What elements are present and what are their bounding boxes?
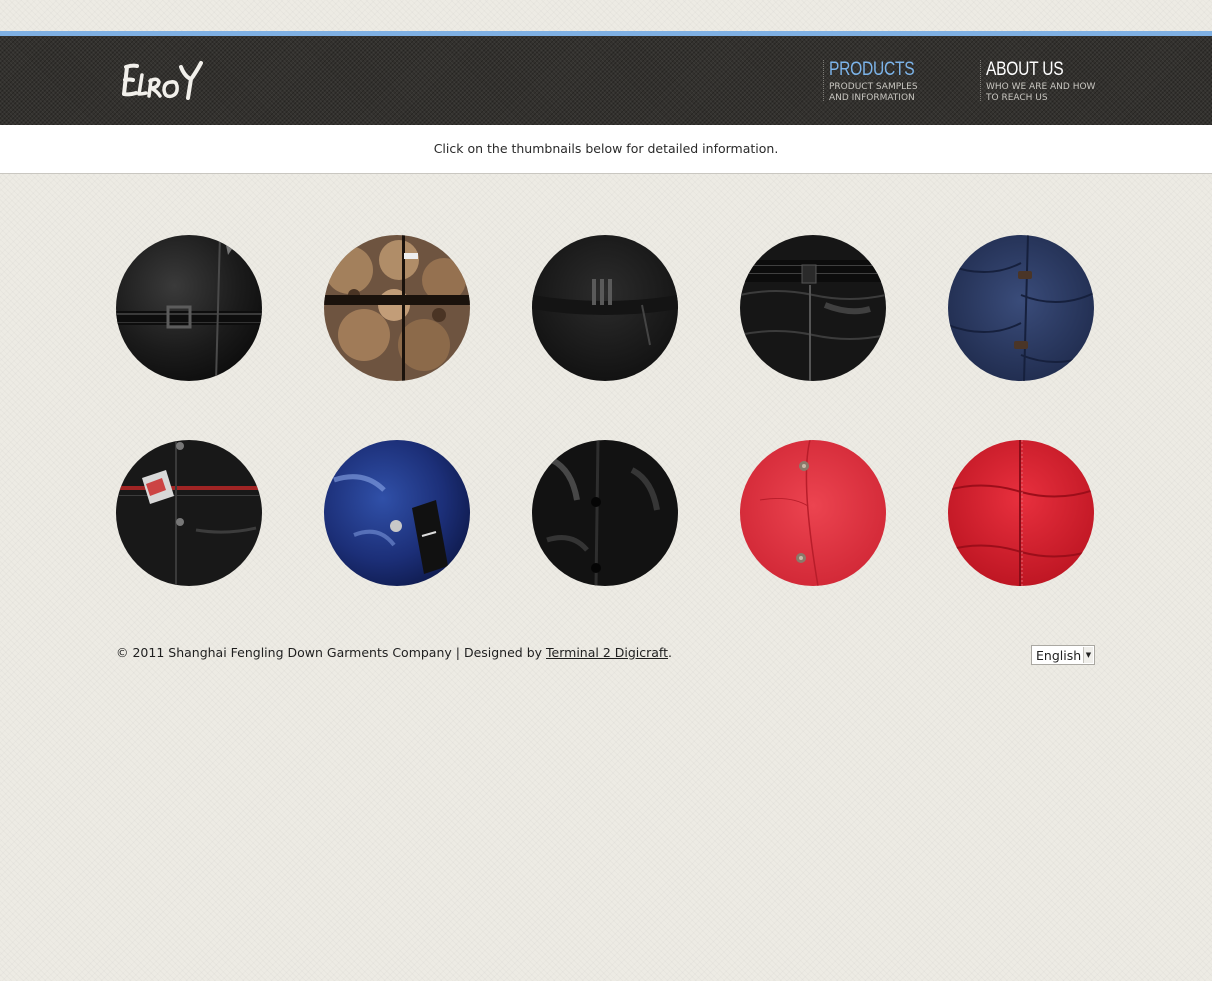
product-thumbnail-10[interactable] [948,440,1094,586]
product-thumbnail-3[interactable] [532,235,678,381]
product-thumbnail-1[interactable] [116,235,262,381]
navy-buttoned-jacket-thumbnail [948,235,1094,381]
product-thumbnail-6[interactable] [116,440,262,586]
nav-products[interactable]: PRODUCTS PRODUCT SAMPLES AND INFORMATION [823,60,949,103]
black-jacket-waist-thumbnail [532,235,678,381]
product-thumbnail-8[interactable] [532,440,678,586]
black-quilted-jacket-thumbnail [740,235,886,381]
floral-print-jacket-thumbnail [324,235,470,381]
copyright-text: © 2011 Shanghai Fengling Down Garments C… [116,645,547,660]
footer-suffix: . [668,645,672,660]
instruction-text: Click on the thumbnails below for detail… [433,141,779,156]
language-select-value: English [1036,648,1082,663]
glossy-navy-jacket-thumbnail [324,440,470,586]
chevron-down-icon: ▼ [1083,647,1093,663]
elroy-logo[interactable] [115,58,211,104]
nav-about-us-subtitle: WHO WE ARE AND HOW TO REACH US [986,82,1096,103]
product-thumbnail-2[interactable] [324,235,470,381]
product-thumbnail-5[interactable] [948,235,1094,381]
product-thumbnail-9[interactable] [740,440,886,586]
footer-copyright: © 2011 Shanghai Fengling Down Garments C… [116,645,672,660]
designer-link[interactable]: Terminal 2 Digicraft [546,645,668,660]
red-snap-jacket-thumbnail [740,440,886,586]
red-zip-jacket-thumbnail [948,440,1094,586]
product-thumbnail-4[interactable] [740,235,886,381]
nav-about-us[interactable]: ABOUT US WHO WE ARE AND HOW TO REACH US [980,60,1111,103]
product-thumbnail-7[interactable] [324,440,470,586]
instruction-bar: Click on the thumbnails below for detail… [0,125,1212,174]
nav-about-us-title[interactable]: ABOUT US [986,60,1089,80]
nav-products-title[interactable]: PRODUCTS [829,60,927,80]
language-select[interactable]: English ▼ [1031,645,1095,665]
black-belted-jacket-thumbnail [116,235,262,381]
nav-products-subtitle: PRODUCT SAMPLES AND INFORMATION [829,82,918,103]
glossy-black-jacket-thumbnail [532,440,678,586]
black-tagged-jacket-thumbnail [116,440,262,586]
